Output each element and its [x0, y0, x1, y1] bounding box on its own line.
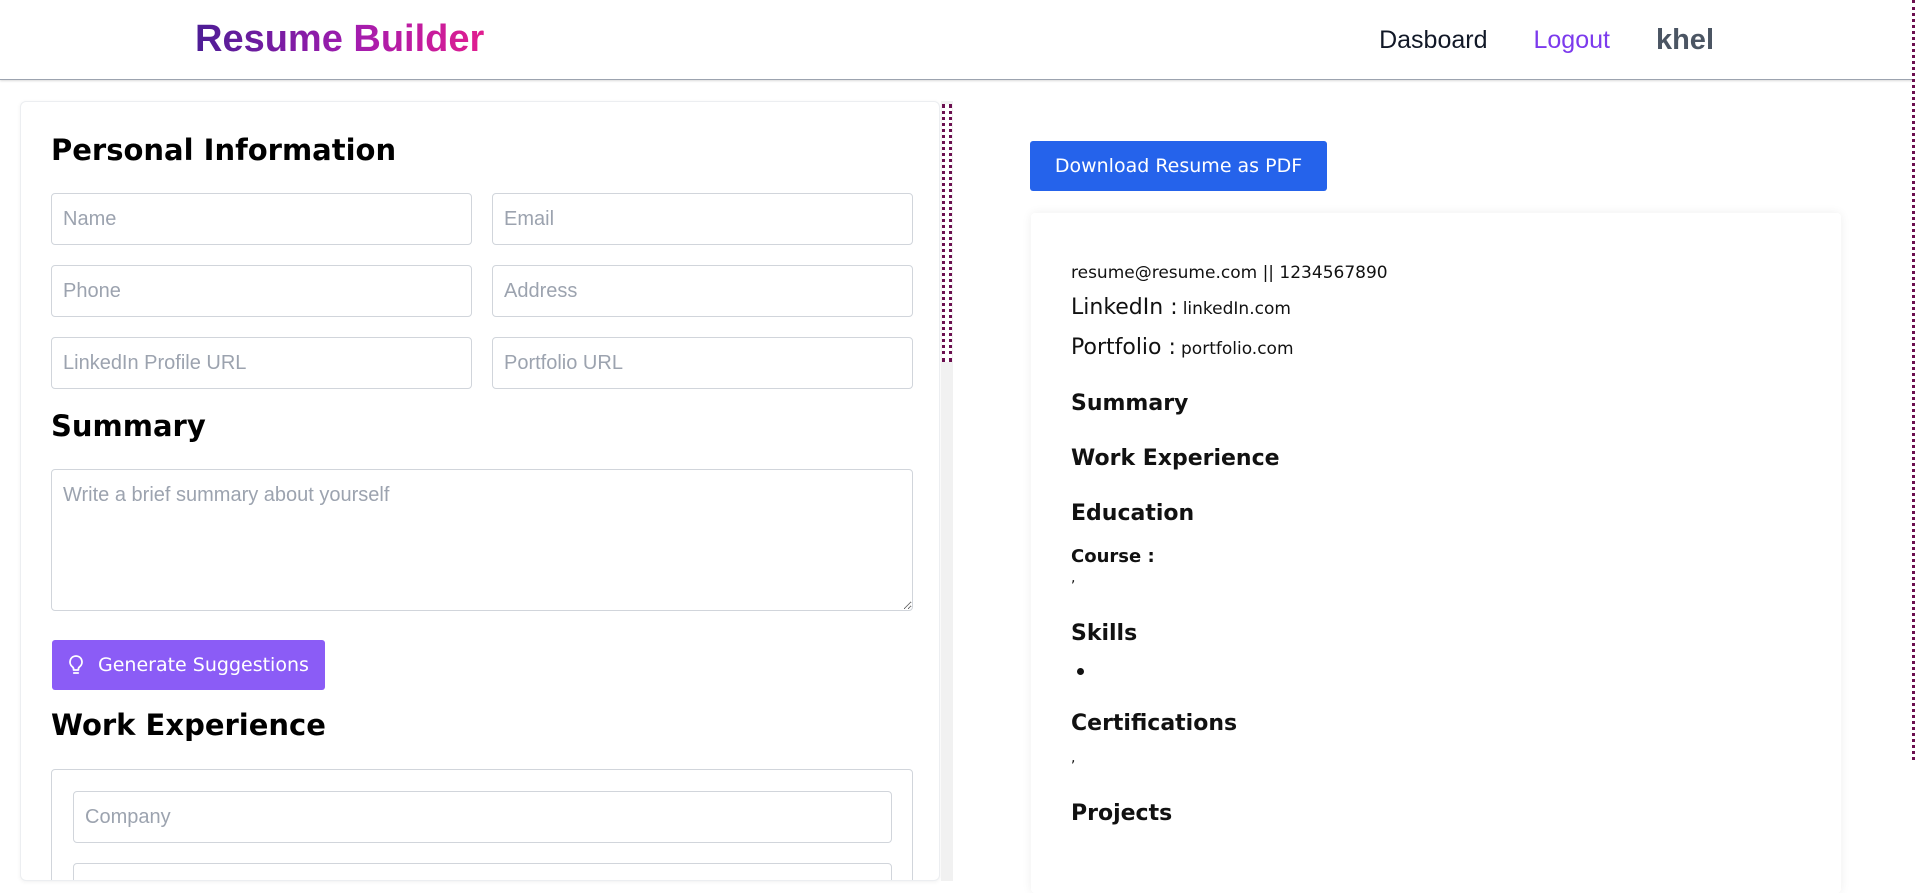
work-experience-entry: [51, 769, 913, 880]
company-input[interactable]: [73, 791, 892, 843]
resume-preview-card: resume@resume.com || 1234567890 LinkedIn…: [1031, 213, 1841, 893]
name-input[interactable]: [51, 193, 472, 245]
resume-education-separator: ,: [1071, 570, 1076, 586]
resume-skills-heading: Skills: [1071, 621, 1138, 646]
nav-dashboard-link[interactable]: Dasboard: [1379, 26, 1487, 55]
page-scrollbar[interactable]: [1912, 0, 1918, 760]
resume-linkedin-key: LinkedIn :: [1071, 295, 1178, 320]
personal-info-title: Personal Information: [51, 133, 397, 167]
resume-skill-bullet: [1077, 668, 1084, 675]
work-second-input[interactable]: [73, 863, 892, 880]
generate-suggestions-button[interactable]: Generate Suggestions: [52, 640, 325, 690]
resume-course-label: Course :: [1071, 546, 1155, 567]
download-pdf-button[interactable]: Download Resume as PDF: [1030, 141, 1327, 191]
top-navbar: Resume Builder Dasboard Logout khel: [0, 0, 1918, 80]
resume-work-heading: Work Experience: [1071, 446, 1280, 471]
resume-summary-heading: Summary: [1071, 391, 1189, 416]
nav-links: Dasboard Logout khel: [1333, 24, 1714, 57]
lightbulb-icon: [66, 654, 86, 676]
nav-logout-link[interactable]: Logout: [1534, 26, 1610, 55]
work-experience-title: Work Experience: [51, 708, 326, 742]
resume-projects-heading: Projects: [1071, 801, 1173, 826]
generate-suggestions-label: Generate Suggestions: [98, 654, 309, 676]
nav-user-name[interactable]: khel: [1656, 24, 1714, 57]
resume-linkedin-row: LinkedIn : linkedIn.com: [1071, 295, 1291, 320]
address-input[interactable]: [492, 265, 913, 317]
resume-education-heading: Education: [1071, 501, 1195, 526]
resume-contact-line: resume@resume.com || 1234567890: [1071, 263, 1388, 283]
resume-portfolio-value: portfolio.com: [1181, 339, 1294, 359]
resume-form-panel: Personal Information Summary Generate Su…: [20, 101, 940, 881]
resume-certifications-separator: ,: [1071, 750, 1076, 766]
resume-portfolio-row: Portfolio : portfolio.com: [1071, 335, 1294, 360]
summary-title: Summary: [51, 409, 206, 443]
phone-input[interactable]: [51, 265, 472, 317]
resume-portfolio-key: Portfolio :: [1071, 335, 1176, 360]
email-input[interactable]: [492, 193, 913, 245]
portfolio-url-input[interactable]: [492, 337, 913, 389]
summary-textarea[interactable]: [51, 469, 913, 611]
brand-logo[interactable]: Resume Builder: [195, 18, 484, 61]
resume-certifications-heading: Certifications: [1071, 711, 1238, 736]
linkedin-url-input[interactable]: [51, 337, 472, 389]
resume-linkedin-value: linkedIn.com: [1182, 299, 1291, 319]
form-scrollbar-thumb[interactable]: [942, 104, 952, 362]
